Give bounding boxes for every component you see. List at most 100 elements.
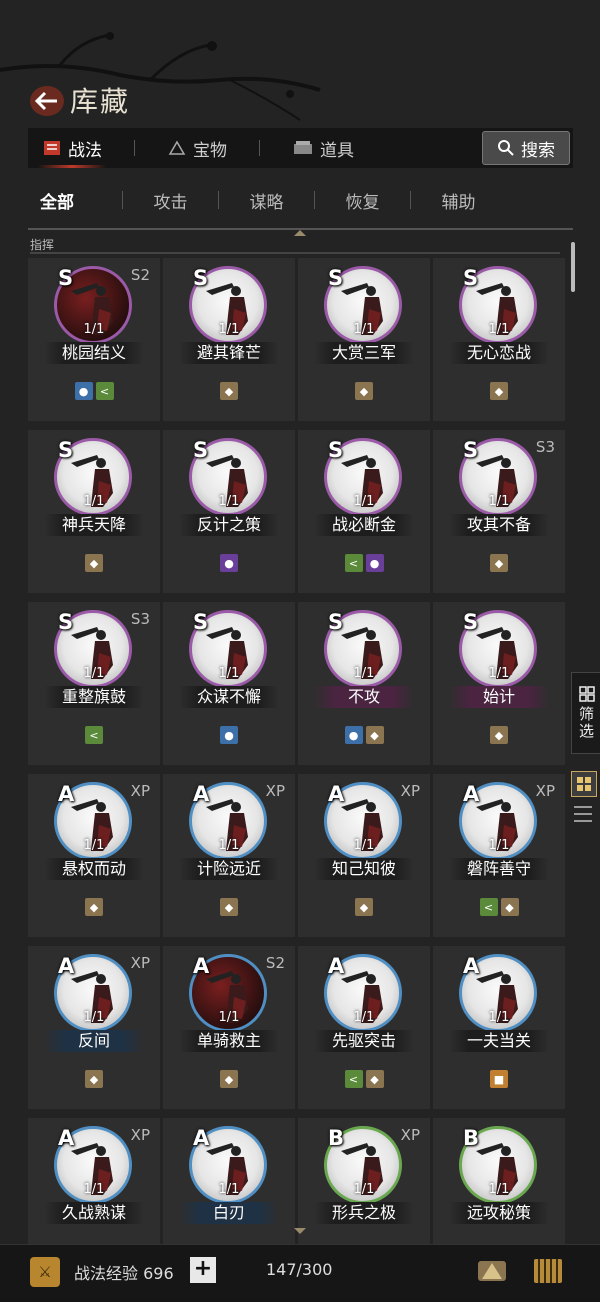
filter-label: 筛选 [577, 706, 595, 740]
tactic-count: 1/1 [488, 1010, 510, 1025]
grade-label: B [463, 1126, 480, 1150]
tactic-card[interactable]: S S3 1/1 重整旗鼓 < [28, 602, 160, 765]
tactic-badges: ◆ [28, 554, 160, 572]
subtab-recovery[interactable]: 恢复 [315, 188, 410, 213]
tactic-card[interactable]: S 1/1 大赏三军 ◆ [298, 258, 430, 421]
tactic-count: 1/1 [488, 838, 510, 853]
list-line [574, 813, 592, 815]
green-badge-icon: < [344, 554, 363, 572]
grade-label: A [193, 782, 210, 806]
tab-separator [134, 140, 135, 156]
tactic-card[interactable]: S 1/1 反计之策 ● [163, 430, 295, 593]
tactic-card[interactable]: S S3 1/1 攻其不备 ◆ [433, 430, 565, 593]
green-badge-icon: < [479, 898, 498, 916]
tab-treasure[interactable]: 宝物 [153, 128, 241, 168]
tactic-count: 1/1 [488, 322, 510, 337]
subtab-all[interactable]: 全部 [40, 188, 122, 213]
green-badge-icon: < [95, 382, 114, 400]
tactic-card[interactable]: S 1/1 避其锋芒 ◆ [163, 258, 295, 421]
grade-label: S [58, 438, 74, 462]
category-tabs: 战法 宝物 道具 搜索 [28, 128, 573, 168]
search-icon [498, 140, 514, 156]
subtab-attack[interactable]: 攻击 [123, 188, 218, 213]
tactic-card[interactable]: S 1/1 神兵天降 ◆ [28, 430, 160, 593]
blue-badge-icon: ● [220, 726, 238, 744]
tactic-badges: ◆ [163, 382, 295, 400]
tactic-card[interactable]: A 1/1 一夫当关 ■ [433, 946, 565, 1109]
tactic-name: 桃园结义 [44, 342, 144, 364]
search-label: 搜索 [521, 140, 555, 161]
tactic-card[interactable]: S 1/1 无心恋战 ◆ [433, 258, 565, 421]
tactic-name: 攻其不备 [449, 514, 549, 536]
tier-label: S2 [265, 954, 285, 972]
filter-subtabs: 全部 攻击 谋略 恢复 辅助 [40, 180, 560, 220]
add-exp-button[interactable]: + [190, 1257, 216, 1283]
subtab-strategy[interactable]: 谋略 [219, 188, 314, 213]
list-view-button[interactable] [574, 806, 592, 822]
filter-button[interactable]: 筛选 [571, 672, 600, 754]
scroll-up-icon [294, 230, 306, 236]
back-button[interactable] [30, 86, 64, 116]
tactic-count: 1/1 [353, 322, 375, 337]
tab-label: 道具 [320, 140, 354, 161]
tab-tactics[interactable]: 战法 [28, 128, 116, 168]
scrollbar[interactable] [571, 242, 575, 292]
grid-view-icon [577, 777, 591, 791]
subtab-support[interactable]: 辅助 [411, 188, 506, 213]
bag-badge-icon: ◆ [85, 1070, 103, 1088]
grid-view-button[interactable] [571, 771, 597, 797]
tactic-card[interactable]: S 1/1 不攻 ● ◆ [298, 602, 430, 765]
tactic-name: 远攻秘策 [449, 1202, 549, 1224]
tactic-card[interactable]: S 1/1 始计 ◆ [433, 602, 565, 765]
card-row: A XP 1/1 反间 ◆ A S2 1/1 单骑救主 ◆ A 1/1 先驱突击 < ◆ A 1/1 一夫当关 ■ [28, 946, 568, 1109]
tactic-name: 磐阵善守 [449, 858, 549, 880]
tactic-name: 避其锋芒 [179, 342, 279, 364]
search-button[interactable]: 搜索 [482, 131, 570, 165]
bag-badge-icon: ◆ [365, 726, 384, 744]
tactic-card[interactable]: S 1/1 战必断金 < ● [298, 430, 430, 593]
scroll-bundle-icon[interactable] [530, 1253, 566, 1289]
tactic-count: 1/1 [218, 1182, 240, 1197]
tactic-name: 反计之策 [179, 514, 279, 536]
tactic-badges: < ◆ [433, 898, 565, 916]
treasure-icon [168, 140, 186, 155]
tactics-grid: S S2 1/1 桃园结义 ● < S 1/1 避其锋芒 ◆ S 1/1 大赏三军 ◆ S 1/1 无心恋战 ◆ S… [28, 258, 568, 1290]
tactic-card[interactable]: A XP 1/1 知己知彼 ◆ [298, 774, 430, 937]
bag-badge-icon: ◆ [490, 382, 508, 400]
tactic-card[interactable]: A XP 1/1 反间 ◆ [28, 946, 160, 1109]
section-divider [30, 252, 560, 254]
tier-label: XP [400, 1126, 420, 1144]
tactic-badges: ◆ [298, 382, 430, 400]
card-row: S 1/1 神兵天降 ◆ S 1/1 反计之策 ● S 1/1 战必断金 < ● S S3 1/1 攻其不备 ◆ [28, 430, 568, 593]
tab-items[interactable]: 道具 [278, 128, 368, 168]
tactic-card[interactable]: S S2 1/1 桃园结义 ● < [28, 258, 160, 421]
tactic-name: 战必断金 [314, 514, 414, 536]
tactic-card[interactable]: A XP 1/1 悬权而动 ◆ [28, 774, 160, 937]
grade-label: A [328, 782, 345, 806]
scroll-down-icon [294, 1228, 306, 1234]
tactic-card[interactable]: A S2 1/1 单骑救主 ◆ [163, 946, 295, 1109]
tier-label: XP [130, 954, 150, 972]
tactic-name: 单骑救主 [179, 1030, 279, 1052]
bag-badge-icon: ◆ [365, 1070, 384, 1088]
tactic-card[interactable]: A XP 1/1 磐阵善守 < ◆ [433, 774, 565, 937]
tactic-badges: ◆ [298, 898, 430, 916]
tier-label: S3 [535, 438, 555, 456]
tactic-card[interactable]: A 1/1 先驱突击 < ◆ [298, 946, 430, 1109]
tier-label: XP [130, 782, 150, 800]
tactic-card[interactable]: A XP 1/1 计险远近 ◆ [163, 774, 295, 937]
item-icon [294, 141, 312, 154]
tactic-name: 不攻 [314, 686, 414, 708]
tactic-count: 1/1 [83, 1010, 105, 1025]
tactic-count: 1/1 [218, 666, 240, 681]
tactic-badges: ● [163, 726, 295, 744]
card-row: S S3 1/1 重整旗鼓 < S 1/1 众谋不懈 ● S 1/1 不攻 ● ◆ S 1/1 始计 ◆ [28, 602, 568, 765]
learn-tactic-icon[interactable] [474, 1253, 510, 1289]
tactic-badges: ◆ [28, 898, 160, 916]
tactic-count: 1/1 [488, 1182, 510, 1197]
tactic-card[interactable]: S 1/1 众谋不懈 ● [163, 602, 295, 765]
tactic-badges: ◆ [433, 554, 565, 572]
tactic-count: 1/1 [83, 494, 105, 509]
green-badge-icon: < [85, 726, 103, 744]
tier-label: S3 [130, 610, 150, 628]
